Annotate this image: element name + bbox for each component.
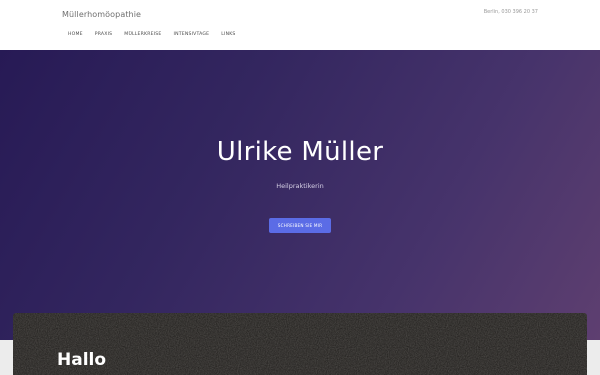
contact-button[interactable]: SCHREIBEN SIE MIR bbox=[269, 218, 331, 233]
hero-title: Ulrike Müller bbox=[216, 137, 384, 167]
section-title: Hallo bbox=[57, 350, 107, 370]
nav-item-home[interactable]: HOME bbox=[68, 31, 83, 39]
nav-item-muellerkreise[interactable]: MÜLLERKREISE bbox=[124, 31, 161, 39]
main-nav: HOME PRAXIS MÜLLERKREISE INTENSIVTAGE LI… bbox=[68, 31, 236, 39]
site-brand-link[interactable]: Müllerhomöopathie bbox=[62, 10, 141, 19]
nav-item-links[interactable]: LINKS bbox=[221, 31, 235, 39]
nav-item-intensivtage[interactable]: INTENSIVTAGE bbox=[174, 31, 210, 39]
hero-subtitle: Heilpraktikerin bbox=[276, 182, 324, 190]
contact-info: Berlin, 030 396 20 37 bbox=[483, 9, 538, 15]
site-header: Müllerhomöopathie Berlin, 030 396 20 37 … bbox=[0, 0, 600, 50]
hero-section bbox=[0, 50, 600, 340]
page-margin-right bbox=[587, 340, 600, 375]
intro-section: Hallo bbox=[13, 313, 587, 375]
nav-item-praxis[interactable]: PRAXIS bbox=[95, 31, 113, 39]
page-margin-left bbox=[0, 340, 13, 375]
